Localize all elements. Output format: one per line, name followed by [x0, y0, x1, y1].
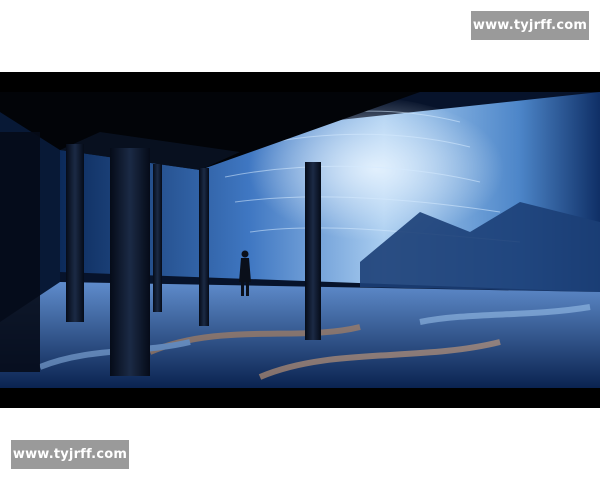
- watermark-text: www.tyjrff.com: [12, 447, 128, 462]
- video-frame: [0, 72, 600, 408]
- watermark-bottom: www.tyjrff.com: [11, 440, 129, 469]
- gallery-scene-illustration: [0, 92, 600, 388]
- watermark-top: www.tyjrff.com: [471, 11, 589, 40]
- immersive-gallery-photo: [0, 92, 600, 388]
- watermark-text: www.tyjrff.com: [472, 18, 588, 33]
